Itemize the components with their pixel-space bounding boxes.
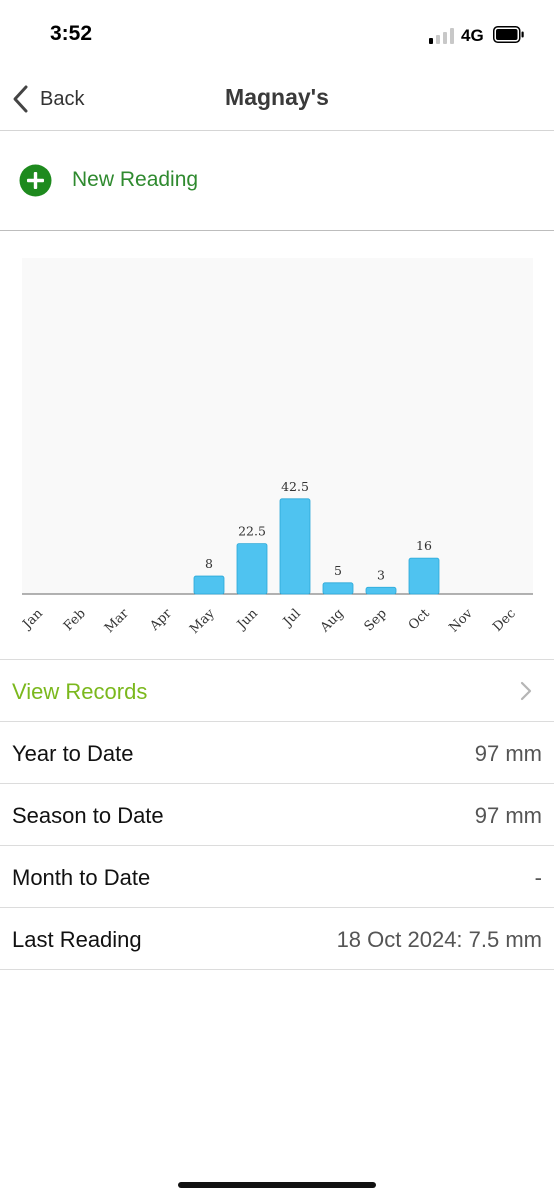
record-row-month-to-date: Month to Date - (0, 845, 554, 907)
data-label-jul: 42.5 (281, 479, 309, 494)
battery-icon (493, 26, 524, 43)
record-label: Season to Date (12, 803, 164, 828)
view-records-row[interactable]: View Records (0, 659, 554, 721)
add-circle-icon (19, 164, 52, 197)
record-value: - (534, 865, 542, 890)
record-value: 97 mm (474, 803, 542, 828)
new-reading-button[interactable]: New Reading (0, 131, 554, 231)
record-label: Year to Date (12, 741, 134, 766)
x-tick-label-jul: Jul (279, 606, 304, 631)
x-tick-label-aug: Aug (317, 606, 347, 636)
view-records-label: View Records (12, 679, 148, 704)
bar-oct (408, 557, 440, 595)
monthly-rainfall-chart: Jan Feb Mar Apr 8 May 22.5 Jun 42.5 Jul 5 Aug 3 Sep 16… (22, 258, 533, 638)
bar-aug (322, 582, 354, 595)
page-title: Magnay's (225, 84, 329, 110)
data-label-may: 8 (205, 556, 213, 571)
data-label-aug: 5 (334, 563, 342, 578)
x-tick-label-may: May (187, 606, 218, 637)
record-label: Month to Date (12, 865, 151, 890)
chevron-right-icon (520, 681, 532, 701)
x-tick-label-feb: Feb (61, 606, 89, 634)
x-tick-label-mar: Mar (102, 606, 132, 636)
record-value: 18 Oct 2024: 7.5 mm (336, 927, 542, 952)
network-type: 4G (461, 26, 484, 45)
bar-jun (236, 543, 268, 595)
navigation-bar: Back Magnay's (0, 70, 554, 131)
bar-jul (279, 498, 311, 595)
data-label-sep: 3 (377, 567, 385, 582)
new-reading-label: New Reading (72, 168, 199, 191)
records-list: View Records Year to Date 97 mm Season t… (0, 659, 554, 970)
status-bar: 3:52 4G (0, 0, 554, 70)
x-tick-label-jan: Jan (22, 606, 46, 634)
bar-may (193, 575, 225, 595)
record-label: Last Reading (12, 927, 142, 952)
signal-strength-icon (429, 28, 455, 44)
data-label-oct: 16 (416, 538, 432, 553)
bar-sep (365, 586, 397, 595)
record-row-last-reading: Last Reading 18 Oct 2024: 7.5 mm (0, 907, 554, 970)
record-row-season-to-date: Season to Date 97 mm (0, 783, 554, 845)
x-tick-label-oct: Oct (406, 606, 434, 634)
chart-svg: Jan Feb Mar Apr 8 May 22.5 Jun 42.5 Jul 5 Aug 3 Sep 16… (22, 479, 533, 637)
x-tick-label-sep: Sep (362, 606, 390, 634)
status-time: 3:52 (50, 22, 93, 45)
record-row-year-to-date: Year to Date 97 mm (0, 721, 554, 783)
x-tick-label-apr: Apr (147, 606, 176, 635)
x-tick-label-nov: Nov (446, 606, 476, 636)
data-label-jun: 22.5 (238, 524, 266, 539)
x-tick-label-jun: Jun (233, 606, 261, 634)
record-value: 97 mm (474, 741, 542, 766)
home-indicator (178, 1182, 376, 1188)
x-tick-label-dec: Dec (490, 606, 519, 635)
